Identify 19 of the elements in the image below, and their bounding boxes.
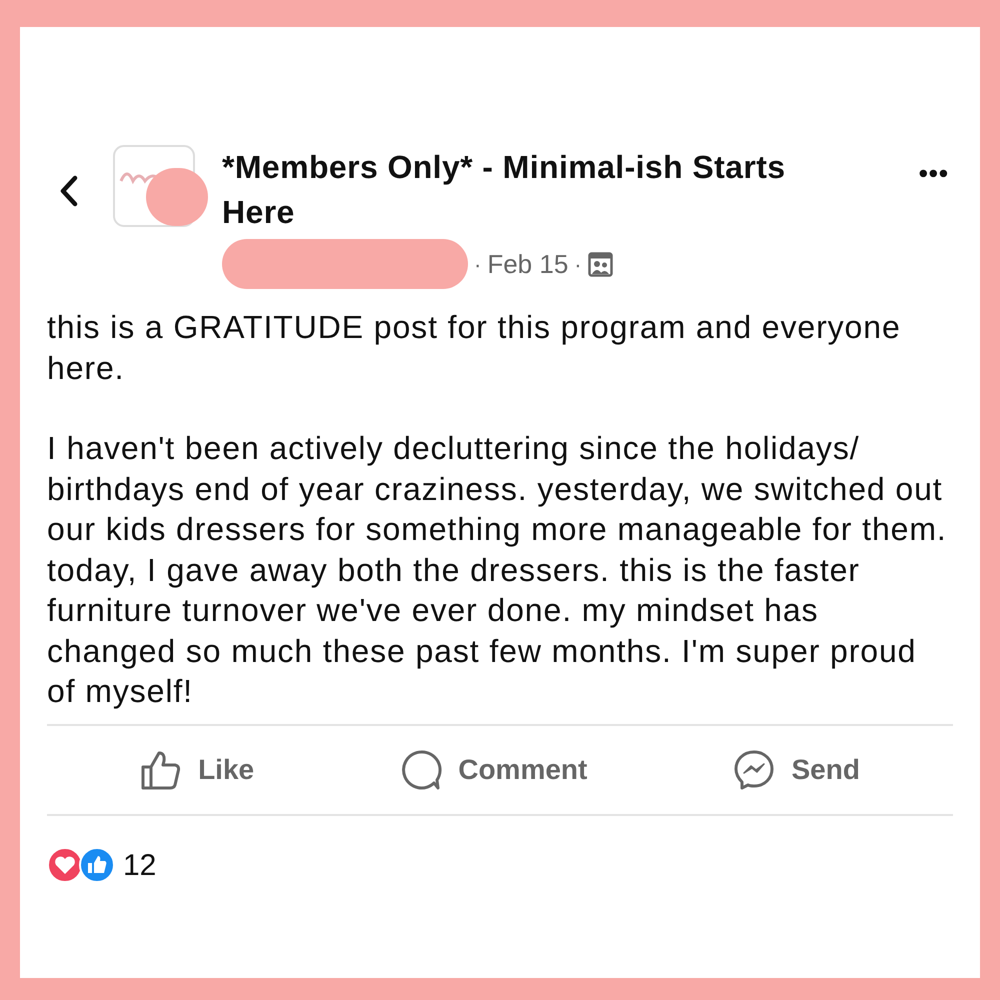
back-icon[interactable]: [59, 175, 79, 207]
like-reaction-icon: [79, 847, 115, 883]
reaction-count[interactable]: 12: [123, 842, 156, 888]
like-button[interactable]: Like: [198, 748, 254, 790]
post-date: Feb 15: [487, 248, 568, 280]
comment-button[interactable]: Comment: [458, 748, 588, 790]
love-reaction-icon: [47, 847, 83, 883]
group-members-icon: [588, 252, 613, 276]
redaction-mark: [146, 168, 208, 226]
send-button[interactable]: Send: [791, 748, 860, 790]
speech-bubble-icon: [400, 748, 442, 790]
separator: ·: [574, 250, 582, 278]
post-paragraph: I haven't been actively decluttering since the holidays/ birthdays end of year craziness. yesterday, we switched out our kids dressers for something more manageable for them. today, I gave away both the dressers. this is the faster furniture turnover we've ever done. my mindset has changed so much these past few months. I'm super proud of myself!: [47, 429, 948, 711]
thumbs-up-icon: [140, 748, 182, 790]
messenger-icon: [733, 748, 776, 790]
group-name[interactable]: *Members Only* - Minimal-ish Starts Here: [222, 145, 919, 235]
more-button[interactable]: •••: [918, 151, 949, 196]
post-paragraph: this is a GRATITUDE post for this program and everyone here.: [47, 308, 902, 388]
separator: ·: [474, 250, 482, 278]
